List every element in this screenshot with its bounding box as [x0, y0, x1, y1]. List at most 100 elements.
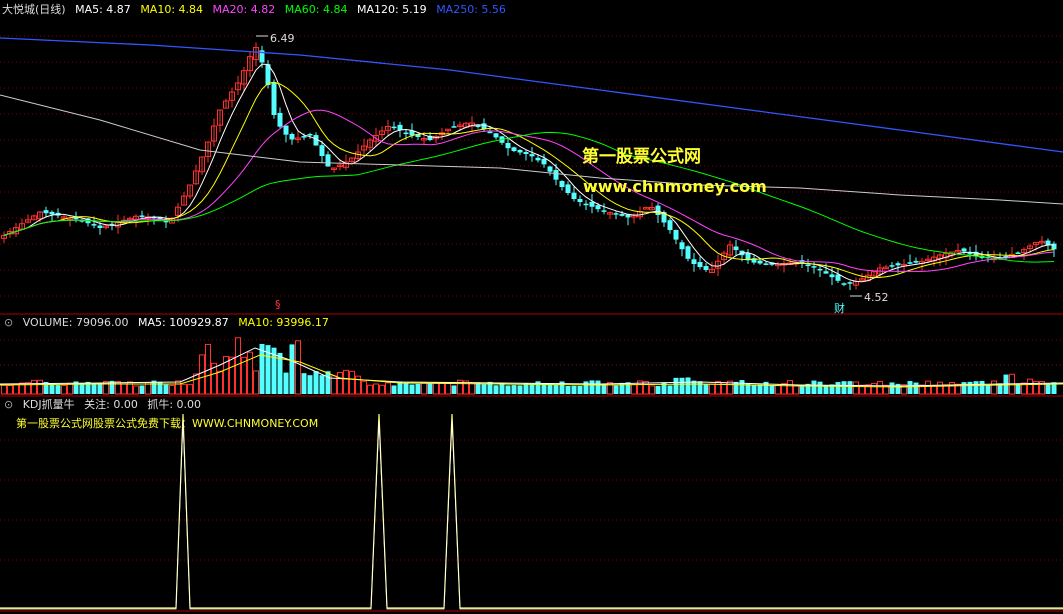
high-price-label: 6.49	[270, 32, 295, 45]
volume-bar-78	[469, 382, 475, 395]
candle-body-53	[319, 145, 325, 156]
candle-body-160	[961, 248, 967, 252]
ma250-line	[0, 37, 1063, 153]
event-marker: §	[275, 298, 281, 311]
candle-body-67	[403, 132, 409, 135]
volume-bar-22	[133, 385, 139, 395]
candle-body-113	[679, 242, 685, 250]
volume-bar-174	[1045, 383, 1051, 394]
volume-bar-23	[139, 385, 145, 394]
volume-bar-61	[367, 384, 373, 395]
volume-bar-74	[445, 382, 451, 395]
volume-bar-156	[937, 381, 943, 395]
volume-bar-118	[709, 383, 715, 395]
volume-bar-64	[385, 382, 391, 395]
volume-bar-48	[289, 344, 295, 394]
volume-bar-73	[439, 382, 445, 395]
volume-bar-75	[451, 385, 457, 394]
volume-bar-123	[739, 380, 745, 394]
volume-bar-80	[481, 384, 487, 394]
candle-body-149	[895, 263, 901, 266]
volume-bar-42	[253, 370, 259, 395]
volume-bar-116	[697, 381, 703, 394]
volume-bar-135	[811, 380, 817, 394]
candle-body-117	[703, 266, 709, 270]
volume-bar-171	[1027, 378, 1033, 395]
candle-body-7	[43, 210, 49, 214]
volume-bar-161	[967, 381, 973, 394]
candle-body-138	[829, 274, 835, 278]
candle-body-141	[847, 282, 853, 284]
volume-bar-62	[373, 383, 379, 395]
volume-bar-63	[379, 384, 385, 395]
volume-bar-36	[217, 370, 223, 395]
volume-bar-30	[181, 383, 187, 395]
volume-bar-86	[517, 385, 523, 394]
candle-body-136	[817, 268, 823, 271]
volume-bar-102	[613, 385, 619, 394]
candle-body-48	[289, 134, 295, 140]
volume-bar-117	[703, 384, 709, 394]
candle-body-115	[691, 259, 697, 264]
volume-bar-96	[577, 385, 583, 394]
volume-bar-39	[235, 337, 241, 395]
low-price-label: 4.52	[864, 291, 889, 304]
candle-body-46	[277, 112, 283, 127]
volume-bar-139	[835, 382, 841, 394]
volume-bar-82	[493, 385, 499, 394]
volume-bar-154	[925, 380, 931, 395]
volume-bar-9	[55, 385, 61, 394]
candle-body-80	[481, 123, 487, 129]
volume-bar-27	[163, 384, 169, 394]
volume-bar-122	[733, 381, 739, 394]
candle-body-139	[835, 274, 841, 281]
volume-bar-53	[319, 375, 325, 394]
volume-bar-91	[547, 383, 553, 394]
candle-body-66	[397, 124, 403, 130]
volume-bar-163	[979, 380, 985, 394]
volume-bar-97	[583, 381, 589, 394]
volume-bar-16	[97, 383, 103, 394]
stock-chart-window: 大悦城(日线) MA5: 4.87 MA10: 4.84 MA20: 4.82 …	[0, 0, 1063, 614]
volume-bar-28	[169, 385, 175, 395]
candle-body-134	[805, 264, 811, 267]
candle-body-152	[913, 260, 919, 263]
volume-bar-19	[115, 381, 121, 395]
volume-bar-15	[91, 383, 97, 394]
volume-bar-60	[361, 380, 367, 395]
candle-body-45	[271, 82, 277, 115]
candle-body-114	[685, 246, 691, 259]
volume-bar-99	[595, 380, 601, 394]
chart-canvas	[0, 35, 1063, 612]
volume-bar-113	[679, 377, 685, 394]
candle-body-23	[139, 215, 145, 217]
candle-body-96	[577, 198, 583, 202]
volume-bar-51	[307, 375, 313, 394]
volume-bar-125	[751, 384, 757, 394]
volume-bar-169	[1015, 383, 1021, 394]
candle-body-81	[487, 131, 493, 134]
volume-bar-165	[991, 380, 997, 395]
candle-body-91	[547, 166, 553, 172]
volume-bar-54	[325, 371, 331, 394]
candle-body-126	[757, 260, 763, 264]
volume-bar-47	[283, 372, 289, 394]
volume-bar-126	[757, 384, 763, 394]
volume-bar-69	[415, 383, 421, 394]
candle-body-47	[283, 125, 289, 135]
volume-bar-109	[655, 385, 661, 394]
candle-body-79	[475, 125, 481, 127]
candle-body-100	[601, 210, 607, 212]
candle-body-103	[619, 213, 625, 216]
ma60-line	[3, 131, 1055, 263]
candle-body-90	[541, 158, 547, 165]
volume-bar-92	[553, 384, 559, 394]
volume-bar-142	[853, 381, 859, 395]
candle-body-87	[523, 151, 529, 154]
candle-body-50	[301, 136, 307, 138]
candle-body-148	[889, 265, 895, 267]
candle-body-151	[907, 262, 913, 264]
volume-bar-84	[505, 385, 511, 394]
volume-bar-59	[355, 375, 361, 395]
candle-body-15	[91, 224, 97, 226]
